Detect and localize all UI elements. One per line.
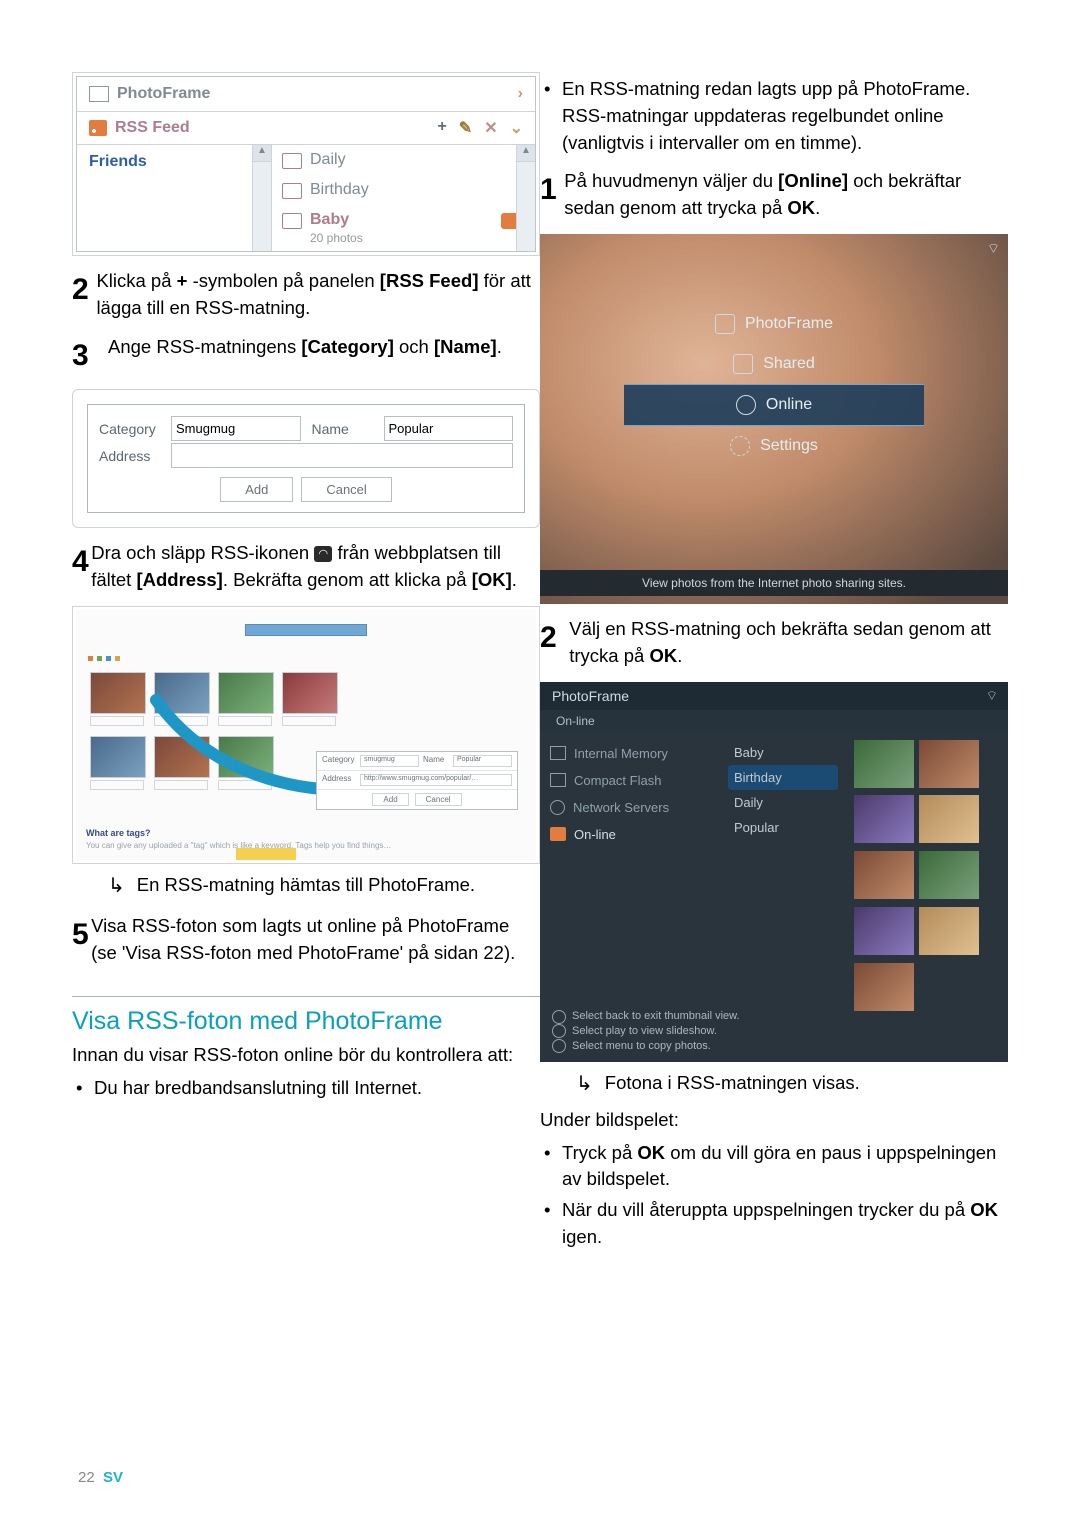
album-baby: Baby <box>310 211 363 229</box>
folder-icon <box>282 213 302 229</box>
memory-icon <box>550 746 566 760</box>
plus-icon: + <box>437 118 446 138</box>
name-label: Name <box>302 415 383 442</box>
add-button: Add <box>220 477 293 502</box>
page-footer: 22 SV <box>78 1469 123 1486</box>
step-3: 3 Ange RSS-matningens [Category] och [Na… <box>72 334 540 378</box>
category-input <box>171 416 301 441</box>
drag-rss-screenshot: CategorysmugmugNamePopular Addresshttp:/… <box>72 606 540 864</box>
result-arrow-icon: ↳ <box>108 872 125 901</box>
slideshow-bullet-2: När du vill återuppta uppspelningen tryc… <box>562 1197 1008 1251</box>
rss-feed-label: RSS Feed <box>115 119 190 137</box>
address-label: Address <box>98 442 170 469</box>
scrollbar: ▲ <box>516 145 535 251</box>
photoframe-icon <box>715 314 735 334</box>
right-result: ↳ Fotona i RSS-matningen visas. <box>576 1070 1008 1099</box>
intro-bullet: Du har bredbandsanslutning till Internet… <box>94 1075 540 1102</box>
folder-icon <box>282 153 302 169</box>
chevron-down-icon: ⌄ <box>510 118 523 138</box>
right-step-1: 1 På huvudmenyn väljer du [Online] och b… <box>540 168 1008 222</box>
slideshow-bullet-1: Tryck på OK om du vill göra en paus i up… <box>562 1140 1008 1194</box>
category-label: Category <box>98 415 170 442</box>
step-4: 4 Dra och släpp RSS-ikonen ◠ från webbpl… <box>72 540 540 594</box>
panel-title: PhotoFrame <box>117 85 210 103</box>
folder-icon <box>282 183 302 199</box>
rss-inline-icon: ◠ <box>314 546 332 562</box>
status-bar: View photos from the Internet photo shar… <box>540 570 1008 596</box>
step-4-result: ↳ En RSS-matning hämtas till PhotoFrame. <box>108 872 540 901</box>
section-heading: Visa RSS-foton med PhotoFrame <box>72 996 540 1036</box>
intro-text: Innan du visar RSS-foton online bör du k… <box>72 1042 540 1069</box>
cf-icon <box>550 773 566 787</box>
address-input <box>171 443 513 468</box>
main-menu-screenshot: ⌔ PhotoFrame Shared Online Settings View… <box>540 234 1008 604</box>
thumbnail-browser-screenshot: PhotoFrame On-line ⌔ Internal Memory Com… <box>540 682 1008 1062</box>
photoframe-icon <box>89 86 109 102</box>
under-slideshow: Under bildspelet: <box>540 1107 1008 1134</box>
rss-feed-panel-screenshot: PhotoFrame › RSS Feed + ✎ ✕ ⌄ Friends <box>72 72 540 256</box>
wifi-icon: ⌔ <box>986 688 998 704</box>
result-arrow-icon: ↳ <box>576 1070 593 1099</box>
album-baby-count: 20 photos <box>310 231 363 245</box>
gear-icon <box>730 436 750 456</box>
globe-icon <box>550 800 565 815</box>
album-daily: Daily <box>310 151 346 169</box>
chevron-right-icon: › <box>518 85 523 103</box>
precondition-1: En RSS-matning redan lagts upp på PhotoF… <box>562 76 1008 156</box>
browser-title: PhotoFrame <box>540 682 1008 710</box>
scrollbar: ▲ <box>252 145 271 251</box>
add-feed-dialog-screenshot: Category Name Address Add Cancel <box>72 389 540 528</box>
shared-icon <box>733 354 753 374</box>
right-step-2: 2 Välj en RSS-matning och bekräfta sedan… <box>540 616 1008 670</box>
album-birthday: Birthday <box>310 181 369 199</box>
wifi-icon: ⌔ <box>987 240 1000 258</box>
rss-icon <box>550 827 566 841</box>
close-icon: ✕ <box>484 118 497 138</box>
step-5: 5 Visa RSS-foton som lagts ut online på … <box>72 913 540 967</box>
friends-group: Friends <box>89 153 147 170</box>
step-2: 2 Klicka på + -symbolen på panelen [RSS … <box>72 268 540 322</box>
name-input <box>384 416 514 441</box>
browser-subtitle: On-line <box>540 710 1008 732</box>
globe-icon <box>736 395 756 415</box>
rss-icon <box>89 120 107 136</box>
pencil-icon: ✎ <box>459 118 472 138</box>
cancel-button: Cancel <box>301 477 391 502</box>
